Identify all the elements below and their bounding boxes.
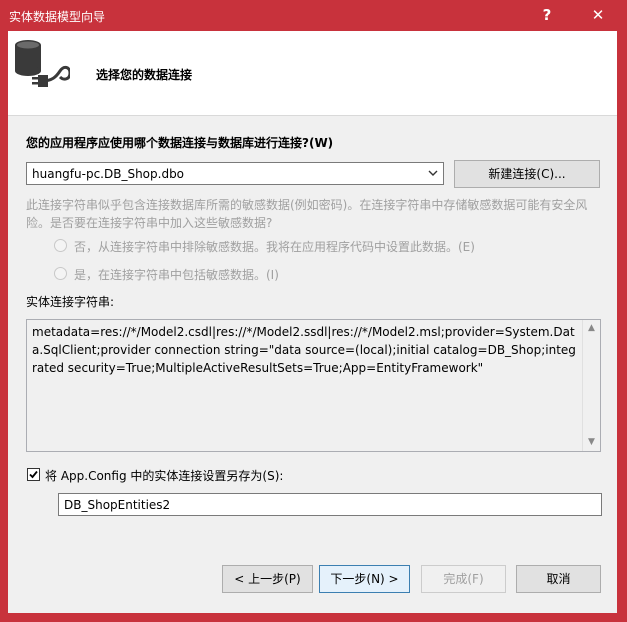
entity-connection-textarea[interactable]: metadata=res://*/Model2.csdl|res://*/Mod… xyxy=(26,319,601,452)
new-connection-button[interactable]: 新建连接(C)... xyxy=(454,160,600,188)
entity-name-input[interactable]: DB_ShopEntities2 xyxy=(58,493,602,516)
entity-connection-label: 实体连接字符串: xyxy=(26,295,115,309)
window-title: 实体数据模型向导 xyxy=(9,10,106,24)
finish-label: 完成(F) xyxy=(443,572,484,586)
cancel-label: 取消 xyxy=(546,572,571,586)
checkmark-icon xyxy=(29,470,38,479)
dialog-body: 选择您的数据连接 您的应用程序应使用哪个数据连接与数据库进行连接?(W) hua… xyxy=(8,31,617,613)
connection-dropdown-value: huangfu-pc.DB_Shop.dbo xyxy=(32,167,185,181)
entity-connection-text: metadata=res://*/Model2.csdl|res://*/Mod… xyxy=(32,325,576,375)
new-connection-label: 新建连接(C)... xyxy=(488,167,566,181)
scroll-up-icon[interactable]: ▲ xyxy=(583,320,600,337)
entity-name-value: DB_ShopEntities2 xyxy=(64,498,171,512)
previous-button[interactable]: < 上一步(P) xyxy=(222,565,313,593)
vertical-scrollbar[interactable]: ▲ ▼ xyxy=(582,320,600,451)
connection-question: 您的应用程序应使用哪个数据连接与数据库进行连接?(W) xyxy=(26,136,334,150)
page-heading: 选择您的数据连接 xyxy=(96,68,193,82)
help-button[interactable]: ? xyxy=(524,0,570,30)
connection-dropdown[interactable]: huangfu-pc.DB_Shop.dbo xyxy=(26,162,444,185)
previous-label: < 上一步(P) xyxy=(234,572,301,586)
database-plug-icon xyxy=(15,40,70,87)
chevron-down-icon xyxy=(428,170,438,176)
include-sensitive-radio[interactable] xyxy=(54,267,67,280)
next-button[interactable]: 下一步(N) > xyxy=(319,565,410,593)
scroll-down-icon[interactable]: ▼ xyxy=(583,434,600,451)
exclude-sensitive-label: 否，从连接字符串中排除敏感数据。我将在应用程序代码中设置此数据。(E) xyxy=(74,240,475,254)
finish-button[interactable]: 完成(F) xyxy=(421,565,506,593)
close-button[interactable]: ✕ xyxy=(573,0,623,30)
wizard-header: 选择您的数据连接 xyxy=(8,31,617,116)
save-config-checkbox[interactable] xyxy=(27,468,40,481)
sensitive-data-description: 此连接字符串似乎包含连接数据库所需的敏感数据(例如密码)。在连接字符串中存储敏感… xyxy=(26,198,588,230)
title-bar: 实体数据模型向导 ? ✕ xyxy=(0,0,625,31)
cancel-button[interactable]: 取消 xyxy=(516,565,601,593)
next-label: 下一步(N) > xyxy=(330,572,399,586)
save-config-label: 将 App.Config 中的实体连接设置另存为(S): xyxy=(45,469,284,483)
exclude-sensitive-radio[interactable] xyxy=(54,239,67,252)
include-sensitive-label: 是，在连接字符串中包括敏感数据。(I) xyxy=(74,268,279,282)
